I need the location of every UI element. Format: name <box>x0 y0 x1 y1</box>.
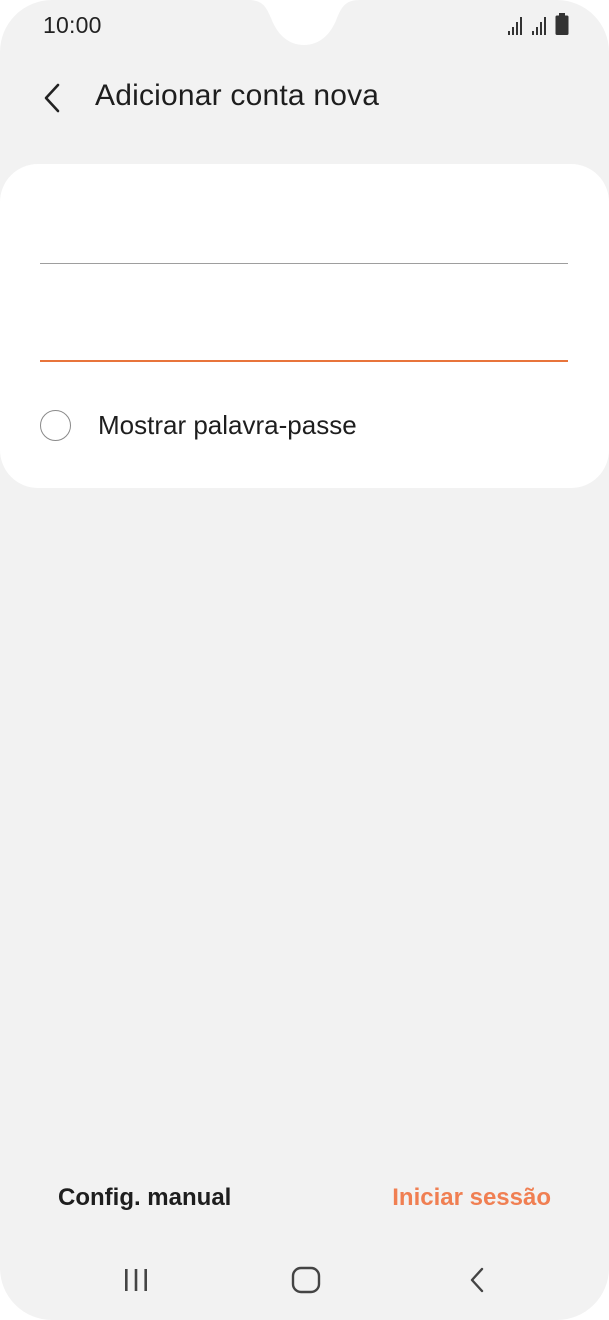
back-button[interactable] <box>28 74 76 122</box>
status-time: 10:00 <box>43 12 102 38</box>
chevron-left-icon <box>44 83 60 113</box>
recents-button[interactable] <box>112 1256 160 1304</box>
bottom-actions: Config. manual Iniciar sessão <box>0 1176 609 1224</box>
home-button[interactable] <box>282 1256 330 1304</box>
signal-icon <box>532 17 546 35</box>
system-back-button[interactable] <box>453 1256 501 1304</box>
status-icons <box>507 13 569 35</box>
navigation-bar <box>0 1250 609 1308</box>
battery-icon <box>555 13 569 35</box>
home-icon <box>291 1266 321 1294</box>
back-icon <box>470 1267 484 1293</box>
show-password-label: Mostrar palavra-passe <box>98 409 357 440</box>
screen: 10:00 Adicionar conta nova Mostrar palav… <box>0 0 609 1320</box>
show-password-option[interactable]: Mostrar palavra-passe <box>40 407 357 443</box>
status-bar: 10:00 <box>0 0 609 52</box>
sign-in-button[interactable]: Iniciar sessão <box>392 1184 551 1212</box>
email-field[interactable] <box>40 207 568 264</box>
page-title: Adicionar conta nova <box>95 79 380 112</box>
show-password-radio[interactable] <box>40 409 71 441</box>
password-field[interactable] <box>40 304 568 362</box>
manual-setup-button[interactable]: Config. manual <box>58 1184 231 1212</box>
app-header: Adicionar conta nova <box>0 66 609 130</box>
recents-icon <box>125 1269 147 1291</box>
account-form-card: Mostrar palavra-passe <box>0 164 609 488</box>
signal-icon <box>508 17 522 35</box>
